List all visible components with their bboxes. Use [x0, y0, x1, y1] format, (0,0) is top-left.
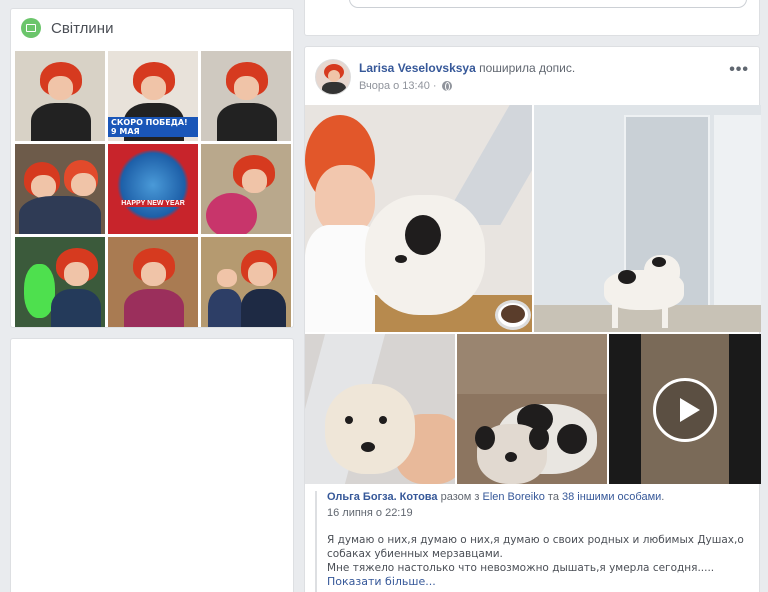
composer-card [304, 0, 760, 36]
author-line: Larisa Veselovsksya поширила допис. [359, 61, 575, 75]
with-text: разом з [437, 491, 483, 503]
shared-post: Ольга Богза. Котова разом з Elen Boreiko… [315, 491, 749, 592]
photo-thumbnail[interactable] [201, 237, 291, 327]
comment-input[interactable] [349, 0, 747, 8]
photo-thumbnail[interactable] [15, 144, 105, 234]
post-photo[interactable] [305, 334, 455, 484]
author-name-link[interactable]: Larisa Veselovsksya [359, 61, 476, 75]
photo-grid: СКОРО ПОБЕДА! 9 МАЯ HAPPY NEW YEAR [15, 51, 291, 327]
photo-thumbnail[interactable] [15, 51, 105, 141]
photo-thumbnail[interactable] [108, 237, 198, 327]
post-timestamp[interactable]: Вчора о 13:40 [359, 80, 430, 92]
photos-header[interactable]: Світлини [11, 9, 293, 47]
shared-date[interactable]: 16 липня о 22:19 [327, 507, 749, 519]
photo-thumbnail[interactable]: HAPPY NEW YEAR [108, 144, 198, 234]
play-icon[interactable] [653, 378, 717, 442]
tagged-user-link[interactable]: Elen Boreiko [482, 491, 544, 503]
body-line: Я думаю о них,я думаю о них,я думаю о св… [327, 534, 744, 560]
globe-icon[interactable] [442, 81, 453, 91]
and-text: та [544, 491, 563, 503]
thumbnail-caption: СКОРО ПОБЕДА! 9 МАЯ [108, 117, 198, 137]
post-meta: Вчора о 13:40 · [359, 80, 453, 92]
photos-widget: Світлини СКОРО ПОБЕДА! 9 МАЯ HAPPY NEW Y… [10, 8, 294, 328]
avatar[interactable] [315, 59, 351, 95]
feed-post: Larisa Veselovsksya поширила допис. Вчор… [304, 46, 761, 592]
post-media [305, 105, 761, 485]
post-header: Larisa Veselovsksya поширила допис. Вчор… [315, 59, 749, 99]
photos-icon [21, 18, 41, 38]
photos-title[interactable]: Світлини [51, 20, 113, 37]
photo-thumbnail[interactable]: СКОРО ПОБЕДА! 9 МАЯ [108, 51, 198, 141]
period-text: . [661, 491, 665, 503]
photo-thumbnail[interactable] [201, 144, 291, 234]
post-video[interactable] [609, 334, 761, 484]
share-action-text: поширила допис. [475, 61, 576, 75]
see-more-link[interactable]: Показати більше... [327, 575, 749, 589]
shared-author-line: Ольга Богза. Котова разом з Elen Boreiko… [327, 491, 749, 503]
photo-thumbnail[interactable] [201, 51, 291, 141]
post-photo[interactable] [305, 105, 532, 332]
thumbnail-caption: HAPPY NEW YEAR [118, 200, 188, 207]
post-photo[interactable] [457, 334, 607, 484]
body-line: Мне тяжело настолько что невозможно дыша… [327, 562, 715, 574]
shared-post-body: Я думаю о них,я думаю о них,я думаю о св… [327, 533, 749, 589]
post-photo[interactable] [534, 105, 761, 332]
photo-thumbnail[interactable] [15, 237, 105, 327]
shared-author-link[interactable]: Ольга Богза. Котова [327, 491, 438, 503]
others-link[interactable]: 38 іншими особами [562, 491, 661, 503]
more-options-icon[interactable]: ••• [729, 61, 749, 79]
sidebar-card [10, 338, 294, 592]
